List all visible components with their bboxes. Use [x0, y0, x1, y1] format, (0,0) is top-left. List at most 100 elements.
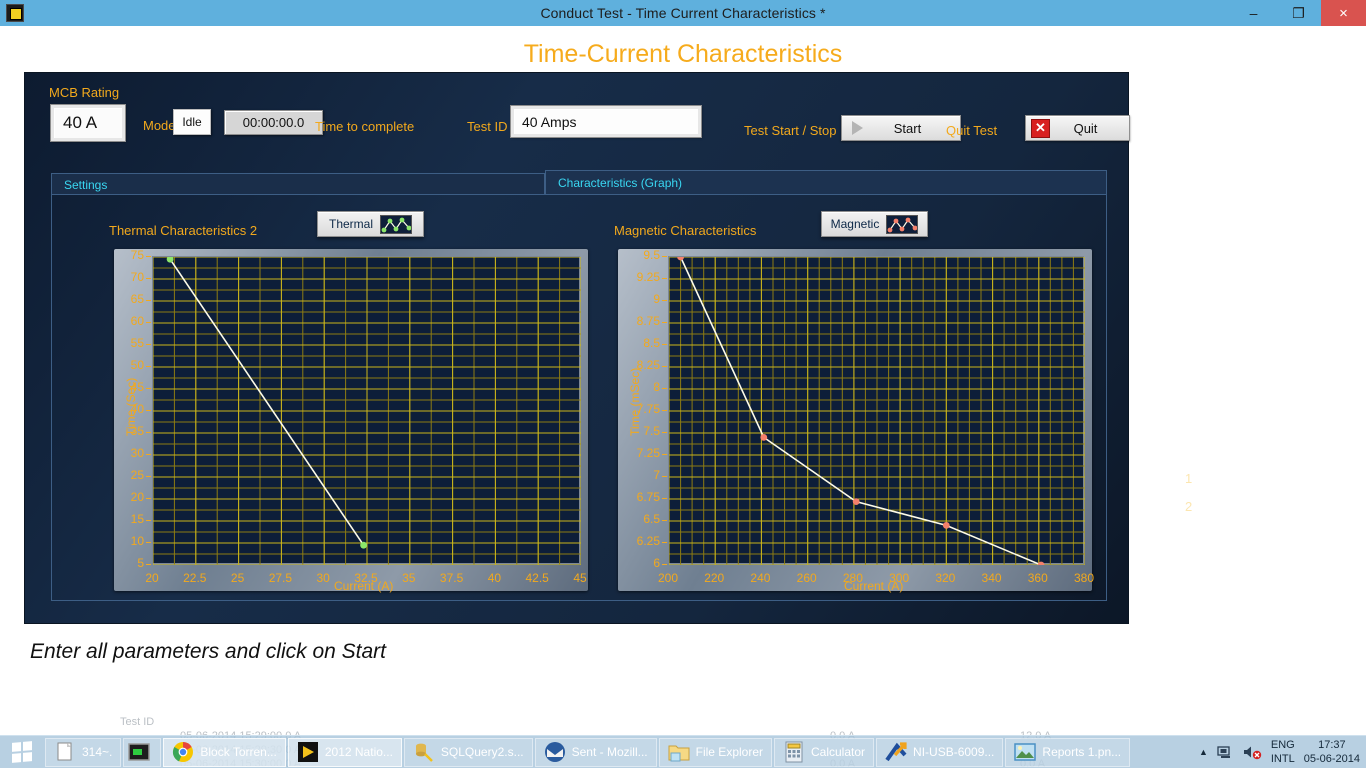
graph-frame-thermal: Time (Sec)510152025303540455055606570752…	[114, 249, 588, 591]
y-tick-mark	[146, 498, 151, 499]
x-tick-magnetic: 200	[646, 571, 690, 585]
language-indicator[interactable]: ENG INTL	[1271, 738, 1295, 766]
labview-icon	[297, 741, 319, 763]
sql-icon	[413, 741, 435, 763]
taskbar-item-block-torren[interactable]: Block Torren...	[163, 738, 285, 767]
taskbar-item-reports-1-pn[interactable]: Reports 1.pn...	[1005, 738, 1130, 767]
test-id-label: Test ID	[467, 119, 507, 134]
tab-control: Settings Characteristics (Graph) Thermal…	[51, 167, 1107, 601]
x-tick-thermal: 35	[387, 571, 431, 585]
start-button-orb[interactable]	[0, 736, 44, 769]
x-tick-thermal: 27.5	[258, 571, 302, 585]
y-tick-mark	[662, 454, 667, 455]
x-tick-thermal: 42.5	[515, 571, 559, 585]
x-tick-thermal: 45	[558, 571, 602, 585]
taskbar-items: 314~. Block Torren...2012 Natio... SQLQuer…	[44, 738, 1131, 767]
y-tick-mark	[662, 542, 667, 543]
time-to-complete-label: Time to complete	[315, 119, 414, 134]
main-panel: MCB Rating 40 A Mode Idle 00:00:00.0 Tim…	[24, 72, 1129, 624]
clock-date: 05-06-2014	[1304, 752, 1360, 766]
y-tick-mark	[662, 344, 667, 345]
y-tick-mark	[662, 476, 667, 477]
chrome-icon	[172, 741, 194, 763]
y-tick-magnetic: 8.75	[618, 314, 660, 328]
tab-characteristics-graph[interactable]: Characteristics (Graph)	[545, 170, 1107, 195]
taskbar-item-label: Sent - Mozill...	[572, 745, 648, 759]
mode-value: Idle	[173, 109, 211, 135]
y-tick-mark	[662, 564, 667, 565]
taskbar-item-314[interactable]: 314~.	[45, 738, 121, 767]
y-tick-magnetic: 9.25	[618, 270, 660, 284]
y-tick-mark	[146, 366, 151, 367]
page-title: Time-Current Characteristics	[0, 40, 1366, 69]
windows-logo-icon	[12, 741, 32, 763]
y-tick-thermal: 65	[114, 292, 144, 306]
legend-label-magnetic: Magnetic	[831, 217, 880, 231]
y-tick-mark	[662, 256, 667, 257]
taskbar-item-ni-usb-6009[interactable]: NI-USB-6009...	[876, 738, 1003, 767]
plot-area-thermal[interactable]	[152, 256, 580, 564]
y-tick-magnetic: 9.5	[618, 248, 660, 262]
window-title: Conduct Test - Time Current Characterist…	[0, 5, 1366, 21]
y-tick-mark	[146, 410, 151, 411]
tab-settings[interactable]: Settings	[51, 173, 545, 195]
y-tick-thermal: 70	[114, 270, 144, 284]
x-tick-magnetic: 240	[738, 571, 782, 585]
legend-plot-icon-thermal	[380, 215, 412, 234]
quit-button-label: Quit	[1050, 121, 1129, 136]
taskbar-item-sqlquery2-s[interactable]: SQLQuery2.s...	[404, 738, 533, 767]
show-hidden-icons-button[interactable]: ▲	[1199, 747, 1208, 757]
language-line-1: ENG	[1271, 738, 1295, 752]
mode-label: Mode	[143, 118, 176, 133]
y-tick-mark	[662, 278, 667, 279]
y-tick-mark	[662, 322, 667, 323]
y-tick-mark	[146, 432, 151, 433]
faint-marker-1: 1	[1185, 471, 1192, 486]
taskbar-item-label: NI-USB-6009...	[913, 745, 994, 759]
test-start-stop-label: Test Start / Stop	[744, 123, 837, 138]
taskbar-item-app-1[interactable]	[123, 738, 161, 767]
test-id-input[interactable]: 40 Amps	[511, 106, 701, 137]
x-axis-label-thermal: Current (A)	[334, 579, 393, 593]
language-line-2: INTL	[1271, 752, 1295, 766]
y-tick-mark	[662, 388, 667, 389]
minimize-button[interactable]: –	[1231, 0, 1276, 26]
mcb-rating-input[interactable]: 40 A	[51, 105, 125, 141]
taskbar-item-sent-mozill[interactable]: Sent - Mozill...	[535, 738, 657, 767]
y-tick-mark	[662, 432, 667, 433]
y-tick-magnetic: 7	[618, 468, 660, 482]
x-tick-magnetic: 380	[1062, 571, 1106, 585]
legend-magnetic[interactable]: Magnetic	[821, 211, 928, 237]
x-tick-thermal: 37.5	[430, 571, 474, 585]
close-button[interactable]: ×	[1321, 0, 1366, 26]
network-icon[interactable]	[1217, 745, 1234, 760]
legend-label-thermal: Thermal	[329, 217, 373, 231]
taskbar: 314~. Block Torren...2012 Natio... SQLQuer…	[0, 735, 1366, 768]
taskbar-item-label: Reports 1.pn...	[1042, 745, 1121, 759]
y-tick-thermal: 35	[114, 424, 144, 438]
tab-panel-characteristics: Thermal Characteristics 2ThermalTime (Se…	[51, 194, 1107, 601]
legend-thermal[interactable]: Thermal	[317, 211, 424, 237]
start-button[interactable]: Start	[841, 115, 961, 141]
quit-button[interactable]: ✕ Quit	[1025, 115, 1130, 141]
graph-frame-magnetic: Time (mSec)66.256.56.7577.257.57.7588.25…	[618, 249, 1092, 591]
y-tick-thermal: 50	[114, 358, 144, 372]
y-tick-thermal: 45	[114, 380, 144, 394]
clock-time: 17:37	[1304, 738, 1360, 752]
taskbar-item-label: File Explorer	[696, 745, 763, 759]
taskbar-item-label: SQLQuery2.s...	[441, 745, 524, 759]
clock[interactable]: 17:37 05-06-2014	[1304, 738, 1360, 766]
y-tick-mark	[146, 564, 151, 565]
y-tick-magnetic: 8.5	[618, 336, 660, 350]
legend-plot-icon-magnetic	[886, 215, 918, 234]
y-tick-magnetic: 7.5	[618, 424, 660, 438]
taskbar-item-file-explorer[interactable]: File Explorer	[659, 738, 772, 767]
volume-muted-icon[interactable]	[1243, 745, 1262, 760]
taskbar-item-calculator[interactable]: Calculator	[774, 738, 874, 767]
picture-icon	[1014, 741, 1036, 763]
maximize-button[interactable]: ❐	[1276, 0, 1321, 26]
taskbar-item-2012-natio[interactable]: 2012 Natio...	[288, 738, 402, 767]
faint-marker-2: 2	[1185, 499, 1192, 514]
plot-area-magnetic[interactable]	[668, 256, 1084, 564]
quit-test-label: Quit Test	[946, 123, 997, 138]
